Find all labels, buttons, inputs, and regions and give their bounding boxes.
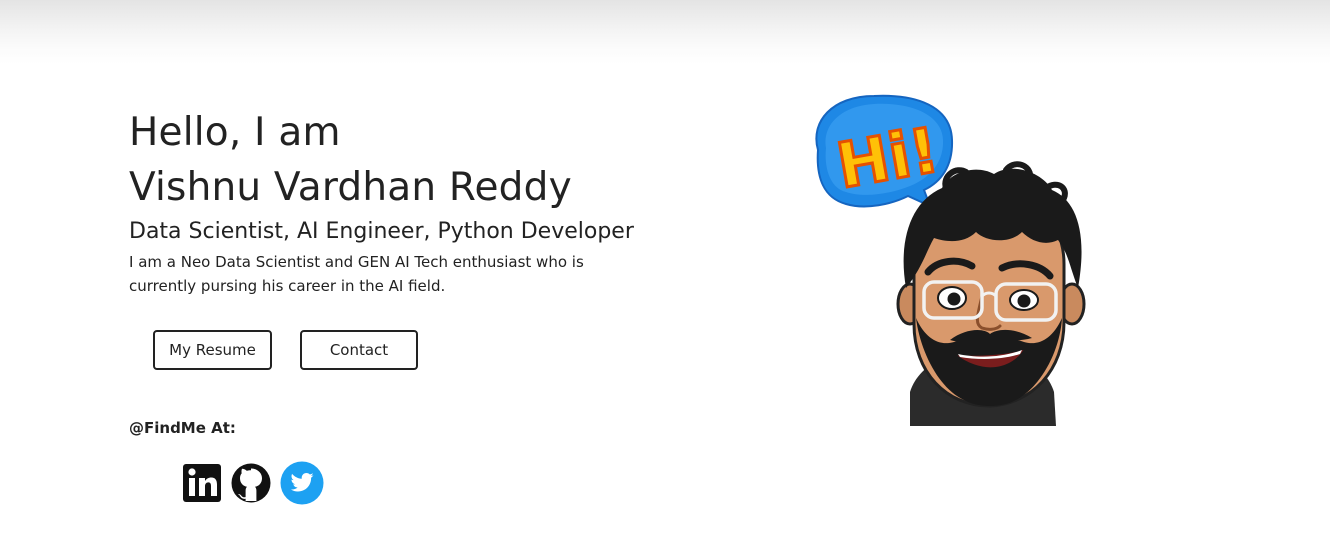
hero-section: Hello, I am Vishnu Vardhan Reddy Data Sc… bbox=[129, 108, 749, 298]
bio-text: I am a Neo Data Scientist and GEN AI Tec… bbox=[129, 253, 584, 295]
header-shadow bbox=[0, 0, 1330, 64]
name-heading: Vishnu Vardhan Reddy bbox=[129, 165, 572, 210]
social-links bbox=[182, 461, 324, 505]
hi-speech-bubble: Hi! bbox=[815, 94, 954, 208]
bitmoji-avatar-icon: Hi! bbox=[815, 94, 1086, 426]
hero-buttons: My Resume Contact bbox=[153, 330, 418, 370]
resume-button[interactable]: My Resume bbox=[153, 330, 272, 370]
linkedin-link[interactable] bbox=[182, 461, 222, 503]
roles-subtitle: Data Scientist, AI Engineer, Python Deve… bbox=[129, 219, 634, 244]
contact-button[interactable]: Contact bbox=[300, 330, 418, 370]
twitter-link[interactable] bbox=[280, 461, 324, 505]
findme-label: @FindMe At: bbox=[129, 419, 236, 437]
greeting-heading: Hello, I am bbox=[129, 110, 341, 155]
twitter-icon bbox=[280, 461, 324, 505]
avatar-illustration: Hi! bbox=[806, 92, 1096, 432]
github-icon bbox=[231, 463, 271, 503]
linkedin-icon bbox=[183, 464, 221, 502]
github-link[interactable] bbox=[231, 461, 271, 503]
